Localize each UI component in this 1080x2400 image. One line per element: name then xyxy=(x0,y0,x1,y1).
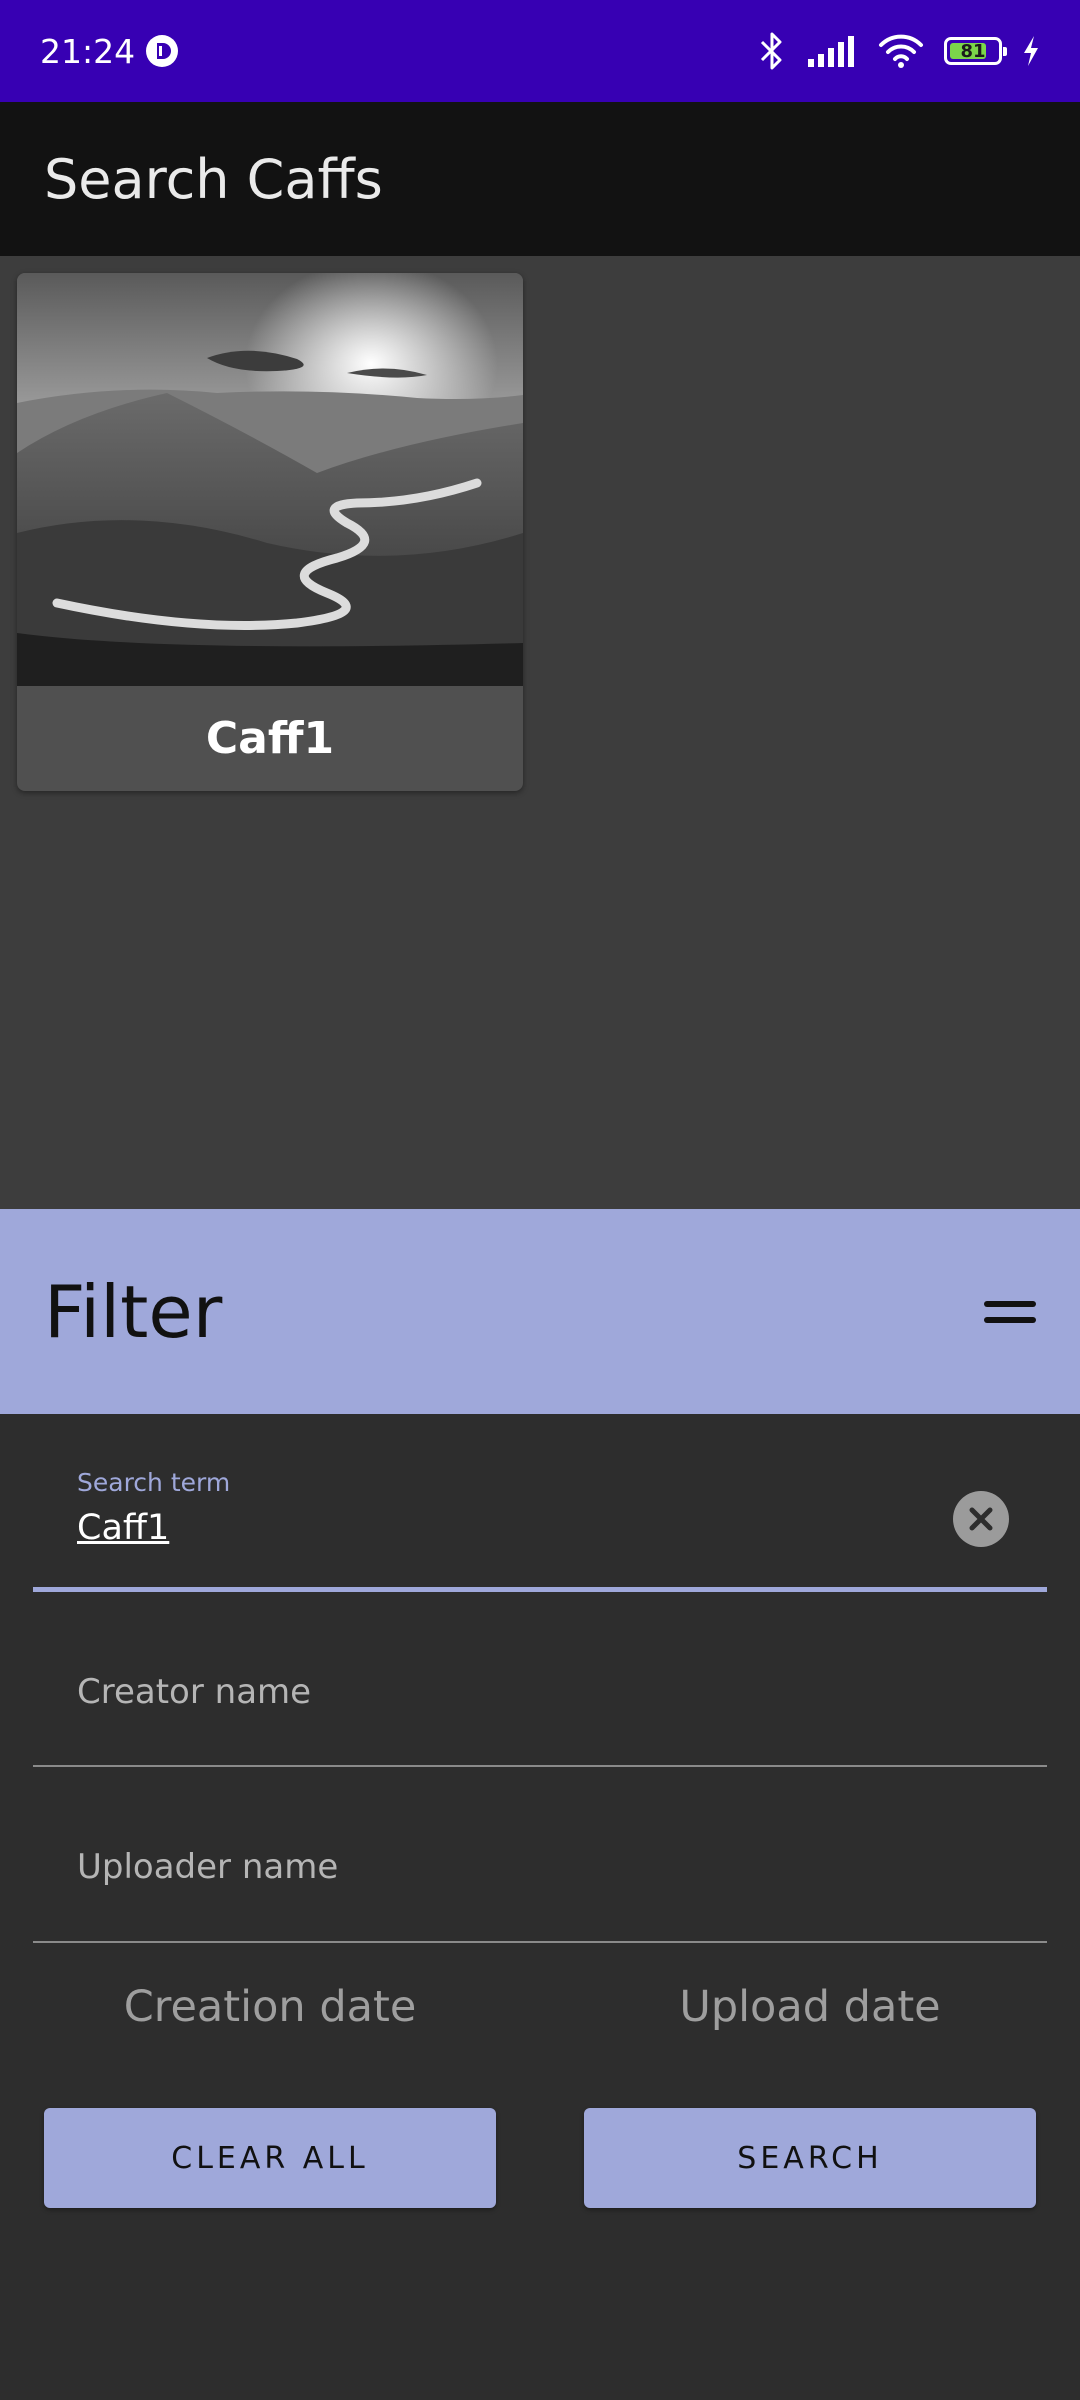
clock: 21:24 xyxy=(40,31,136,71)
app-notification-icon xyxy=(146,35,179,67)
search-term-field[interactable]: Search term Caff1 xyxy=(33,1416,1047,1592)
bluetooth-icon xyxy=(760,32,782,70)
status-left: 21:24 xyxy=(40,32,179,71)
creator-name-placeholder: Creator name xyxy=(77,1672,312,1712)
uploader-name-field[interactable]: Uploader name xyxy=(33,1767,1047,1943)
caff-thumbnail xyxy=(17,273,523,686)
creation-date-picker[interactable]: Creation date xyxy=(0,1982,540,2032)
status-bar: 21:24 81 xyxy=(0,0,1080,102)
upload-date-picker[interactable]: Upload date xyxy=(540,1982,1080,2032)
date-row: Creation date Upload date xyxy=(0,1982,1080,2032)
status-right: 81 xyxy=(758,31,1040,71)
search-button[interactable]: SEARCH xyxy=(584,2108,1036,2208)
wifi-icon xyxy=(879,34,923,68)
uploader-name-underline xyxy=(33,1941,1047,1943)
page-title: Search Caffs xyxy=(44,147,383,211)
signal-icon xyxy=(808,36,854,67)
caff-card[interactable]: Caff1 xyxy=(17,273,523,791)
battery-level: 81 xyxy=(960,40,986,62)
clear-all-button[interactable]: CLEAR ALL xyxy=(44,2108,496,2208)
battery-icon: 81 xyxy=(944,37,1007,65)
uploader-name-placeholder: Uploader name xyxy=(77,1847,339,1887)
drag-handle-icon[interactable] xyxy=(984,1300,1036,1323)
app-bar: Search Caffs xyxy=(0,102,1080,256)
clear-search-button[interactable] xyxy=(953,1491,1009,1547)
battery-tip xyxy=(1003,47,1007,56)
search-term-value[interactable]: Caff1 xyxy=(77,1508,169,1548)
filter-title: Filter xyxy=(44,1269,223,1354)
filter-sheet-header[interactable]: Filter xyxy=(0,1209,1080,1414)
charging-icon xyxy=(1024,36,1038,66)
search-term-label: Search term xyxy=(77,1468,231,1497)
close-icon xyxy=(969,1507,993,1531)
caff-card-title: Caff1 xyxy=(205,713,335,764)
creator-name-field[interactable]: Creator name xyxy=(33,1592,1047,1767)
